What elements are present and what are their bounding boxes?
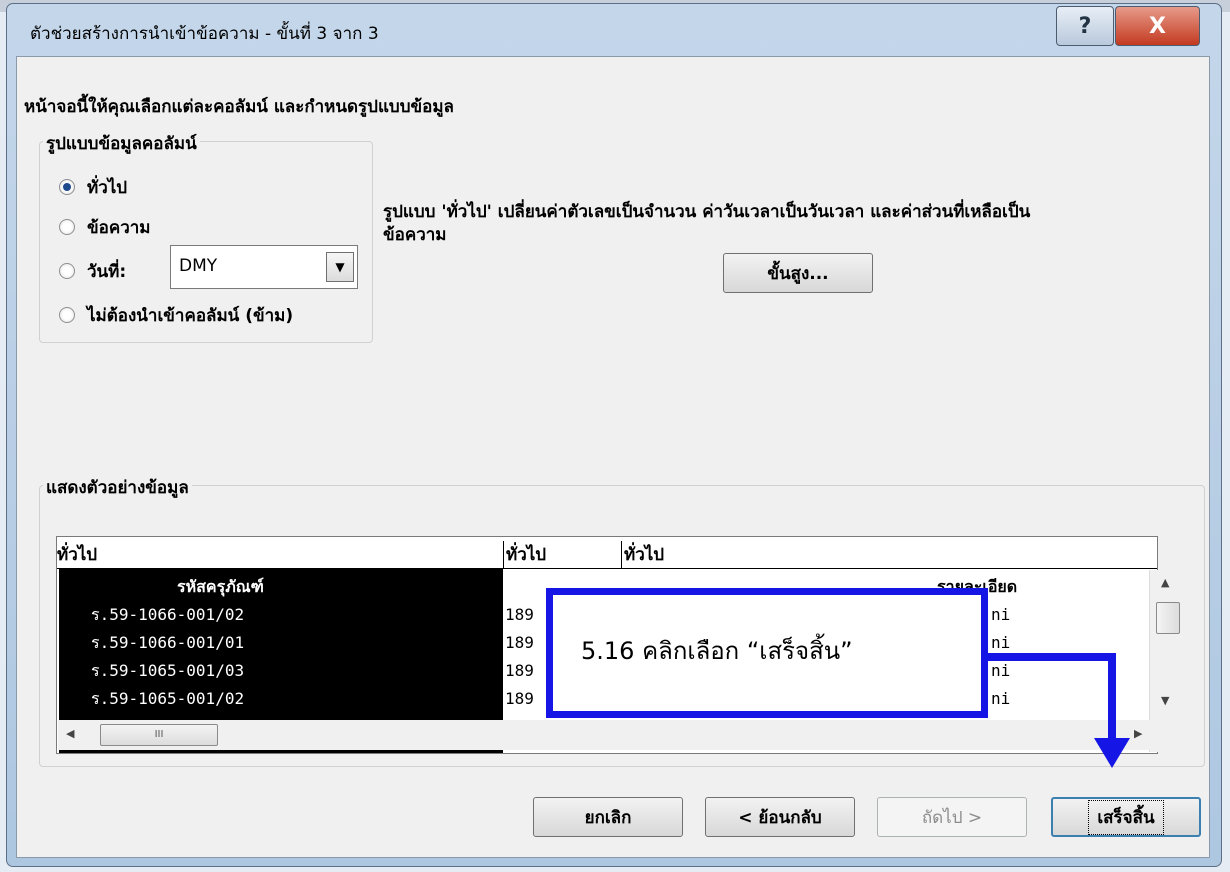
annotation-arrow-icon [988, 653, 1130, 768]
